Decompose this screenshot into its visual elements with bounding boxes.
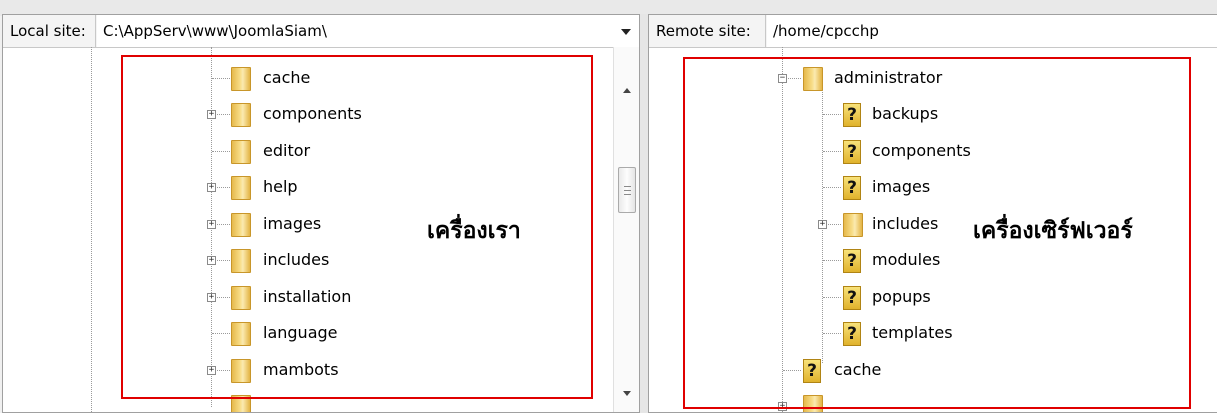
local-path-value: C:\AppServ\www\JoomlaSiam\ bbox=[103, 22, 327, 40]
remote-site-label: Remote site: bbox=[649, 15, 766, 47]
local-site-pane: Local site: C:\AppServ\www\JoomlaSiam\ c… bbox=[2, 14, 640, 413]
remote-path-combobox[interactable]: /home/cpcchp bbox=[767, 15, 1217, 47]
scroll-down-icon[interactable] bbox=[623, 391, 631, 396]
local-scrollbar[interactable] bbox=[613, 47, 639, 412]
remote-site-pane: Remote site: /home/cpcchp − administrato… bbox=[648, 14, 1217, 413]
local-address-bar: Local site: C:\AppServ\www\JoomlaSiam\ bbox=[3, 15, 639, 48]
pane-splitter[interactable] bbox=[640, 14, 648, 413]
grip-line bbox=[624, 194, 631, 195]
remote-address-bar: Remote site: /home/cpcchp bbox=[649, 15, 1217, 48]
highlight-box bbox=[121, 55, 593, 399]
grip-line bbox=[624, 190, 631, 191]
scroll-up-icon[interactable] bbox=[623, 88, 631, 93]
remote-path-value: /home/cpcchp bbox=[773, 22, 879, 40]
chevron-down-icon[interactable] bbox=[621, 29, 631, 35]
highlight-box bbox=[683, 57, 1191, 409]
grip-line bbox=[624, 186, 631, 187]
local-path-combobox[interactable]: C:\AppServ\www\JoomlaSiam\ bbox=[97, 15, 639, 47]
local-site-label: Local site: bbox=[3, 15, 96, 47]
scroll-thumb[interactable] bbox=[618, 167, 636, 213]
